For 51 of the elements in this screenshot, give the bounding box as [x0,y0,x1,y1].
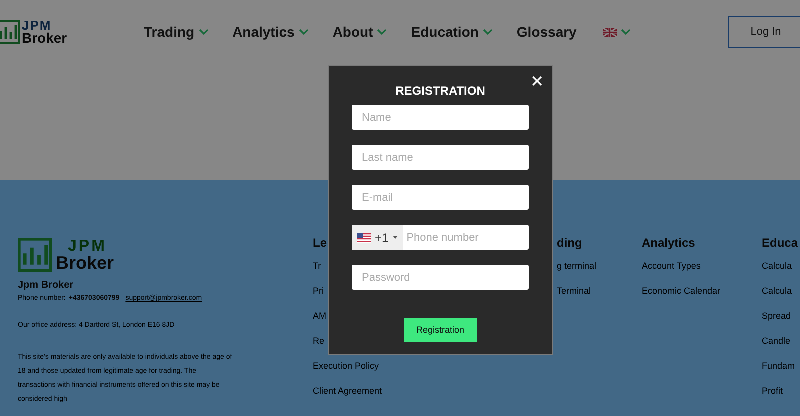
footer-link[interactable]: Tr [313,261,322,286]
nav-link[interactable]: Trading [144,24,209,40]
footer-link[interactable]: Candle [762,336,791,361]
footer-link[interactable]: AM [313,311,326,336]
footer-link[interactable]: Execution Policy [313,361,380,386]
caret-icon [298,28,309,36]
footer-link[interactable]: Account Types [642,261,701,286]
footer-link[interactable]: Client Agreement [313,386,382,411]
logo-icon [0,20,20,44]
input-field[interactable]: Name [352,105,529,130]
logo-text: JPM [68,239,108,255]
footer-link[interactable]: Re [313,336,325,361]
language-selector[interactable] [602,28,631,36]
caret-icon [392,236,398,239]
nav-link[interactable]: Glossary [516,24,577,40]
input-field[interactable]: Last name [352,145,529,170]
nav-link[interactable]: Analytics [232,24,309,40]
login-button[interactable]: Log In [728,16,800,48]
country-code-selector[interactable]: +1 [352,225,403,250]
footer-link[interactable]: Economic Calendar [642,286,721,311]
caret-icon [377,28,388,36]
column-heading: ding [557,236,582,250]
nav-link[interactable]: Education [411,24,493,40]
column-heading: Le [313,236,328,250]
footer-link[interactable]: g terminal [557,261,597,286]
dialog-title: REGISTRATION [396,84,486,98]
caret-icon [482,28,493,36]
footer-link[interactable]: Calcula [762,261,792,286]
footer-link[interactable]: Spread [762,311,792,336]
logo-icon [18,238,52,272]
phone-field[interactable]: +1 Phone number [352,225,529,250]
footer-link[interactable]: Pri [313,286,324,311]
logo-text: Broker [22,32,68,44]
logo-text: JPM [22,20,52,32]
footer-link[interactable]: Profit [762,386,784,411]
footer-link[interactable]: Fundam [762,361,796,386]
column-heading: Analytics [642,236,696,250]
nav-link[interactable]: About [332,24,388,40]
input-field[interactable]: E-mail [352,185,529,210]
flag-icon [357,232,371,242]
footer-link[interactable]: Calcula [762,286,792,311]
company-name: Jpm Broker [18,280,75,291]
caret-icon [620,28,631,36]
logo-text: Broker [56,255,114,271]
footer-link[interactable]: Terminal [557,286,592,311]
close-button[interactable]: ✕ [530,72,544,91]
caret-icon [198,28,209,36]
registration-button[interactable]: Registration [404,318,477,342]
column-heading: Educa [762,236,798,250]
flag-icon [602,28,617,36]
password-field[interactable]: Password [352,265,529,290]
